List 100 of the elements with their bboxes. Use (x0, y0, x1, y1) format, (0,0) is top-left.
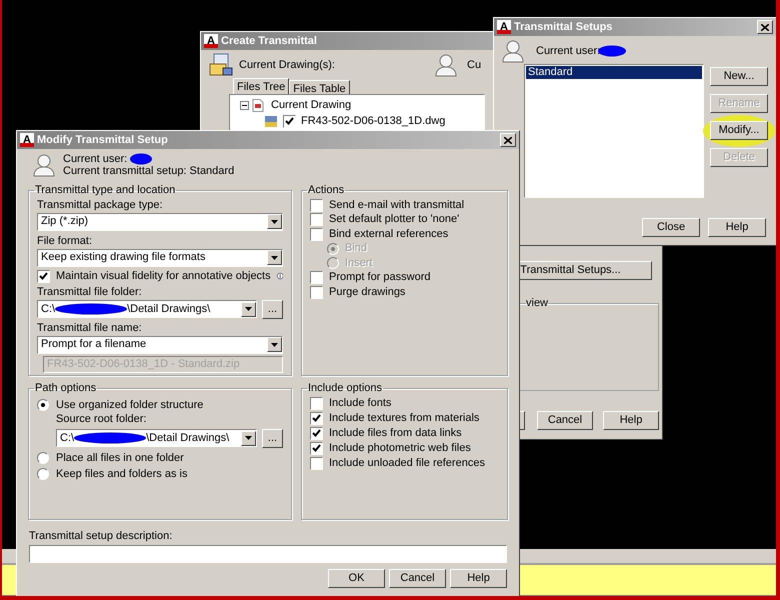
radio-button[interactable] (37, 399, 49, 411)
checkbox[interactable] (310, 442, 323, 454)
field-label: Transmittal file name: (37, 322, 143, 334)
field-label: Transmittal file folder: (37, 286, 143, 298)
dialog-button[interactable]: OK (328, 569, 385, 588)
dropdown-arrow-button[interactable] (241, 302, 256, 316)
app-logo: A (204, 34, 218, 48)
checkbox[interactable] (310, 456, 323, 470)
info-icon (276, 270, 283, 282)
checkbox[interactable] (310, 286, 323, 299)
folder-path-start: C:\ (41, 302, 56, 317)
checkbox[interactable] (310, 396, 323, 410)
field-label: Maintain visual fidelity for annotative objects (56, 270, 271, 282)
group-title: Transmittal type and location (34, 183, 176, 198)
group-title: view (526, 296, 548, 311)
field-label: Keep files and folders as is (56, 468, 188, 480)
caret-icon (245, 436, 252, 440)
app-logo: A (20, 133, 34, 147)
tab[interactable]: Files Table (289, 80, 350, 94)
checkbox[interactable] (37, 270, 50, 282)
dropdown[interactable]: C:\ \Detail Drawings\ (56, 429, 257, 447)
radio-button[interactable] (37, 452, 49, 464)
group-title: Include options (307, 381, 383, 396)
group-title: Path options (34, 381, 98, 396)
tree-item[interactable]: Current Drawing (271, 96, 352, 114)
close-icon (504, 136, 512, 144)
field-label: Use organized folder structure (56, 398, 204, 412)
close-button[interactable] (500, 133, 516, 147)
list-item[interactable]: Standard (526, 66, 702, 79)
dropdown-arrow-button[interactable] (267, 214, 282, 229)
folder-path-start: C:\ (60, 430, 74, 446)
user-icon (33, 153, 55, 177)
dialog-button[interactable]: Close (642, 218, 700, 237)
current-user-label: Current user: (63, 153, 128, 165)
current-user-label: Cu (467, 58, 482, 73)
window-title: Create Transmittal (221, 34, 318, 49)
radio-button[interactable] (37, 468, 49, 480)
dropdown-arrow-button[interactable] (241, 430, 256, 446)
field-label: Include textures from materials (329, 412, 480, 424)
caret-icon (271, 256, 278, 260)
dialog-button[interactable]: Help (603, 411, 659, 430)
window-title: Transmittal Setups (514, 20, 614, 35)
drawing-file-icon (264, 114, 278, 128)
dialog-button[interactable]: Help (450, 569, 507, 588)
field-label: Prompt for password (329, 271, 430, 284)
dialog-button[interactable]: Help (708, 218, 766, 237)
user-icon (435, 53, 457, 77)
redaction-mark (130, 153, 152, 165)
dropdown[interactable]: C:\ \Detail Drawings\ (37, 300, 257, 318)
folder-path-end: \Detail Drawings\ (127, 302, 210, 317)
caret-icon (271, 342, 278, 346)
description-field[interactable] (29, 545, 507, 563)
checkbox[interactable] (310, 412, 323, 424)
checkbox[interactable] (310, 426, 323, 440)
close-icon (761, 24, 769, 30)
field-label: Transmittal setup description: (29, 530, 174, 543)
current-user-label: Current user: (536, 44, 600, 59)
redaction-mark (598, 45, 626, 57)
field-label: Purge drawings (329, 286, 406, 299)
dropdown-arrow-button[interactable] (267, 250, 282, 265)
dialog-button[interactable]: Cancel (389, 569, 446, 588)
current-setup-label: Current transmittal setup: Standard (63, 165, 234, 177)
caret-icon (245, 307, 252, 311)
caret-icon (271, 220, 278, 224)
checkbox[interactable] (310, 213, 323, 226)
checkbox[interactable] (310, 271, 323, 284)
close-button[interactable] (757, 20, 773, 34)
dropdown[interactable]: Keep existing drawing file formats (37, 248, 283, 266)
document-set-icon (209, 53, 233, 77)
field-label: Place all files in one folder (56, 452, 184, 464)
dialog-button[interactable]: ... (262, 428, 283, 448)
check-icon (39, 272, 48, 280)
current-drawings-label: Current Drawing(s): (239, 58, 336, 73)
tab[interactable]: Files Tree (233, 78, 290, 94)
user-icon (502, 39, 524, 63)
field-label: Include unloaded file references (329, 456, 485, 470)
file-icon (252, 98, 264, 112)
checkbox[interactable] (310, 198, 323, 212)
dialog-button[interactable]: ... (262, 300, 283, 318)
dialog-button[interactable]: New... (710, 67, 768, 86)
field-label: File format: (37, 234, 94, 248)
dropdown[interactable]: Zip (*.zip) (37, 212, 283, 230)
dropdown-arrow-button[interactable] (267, 337, 282, 352)
tree-item[interactable]: FR43-502-D06-0138_1D.dwg (301, 112, 446, 130)
dropdown[interactable]: Prompt for a filename (37, 336, 283, 354)
dialog-button[interactable]: Cancel (537, 411, 593, 430)
field-label: Bind external references (329, 228, 448, 241)
dialog-button[interactable]: Modify... (710, 121, 768, 140)
field-label: Set default plotter to 'none' (329, 213, 460, 226)
group-title: Actions (307, 183, 346, 198)
check-icon (285, 117, 294, 125)
field-label: Include files from data links (329, 426, 462, 440)
folder-path-end: \Detail Drawings\ (146, 430, 230, 446)
collapse-icon[interactable] (240, 100, 249, 110)
field-label: Include photometric web files (329, 442, 471, 454)
checkbox[interactable] (310, 228, 323, 241)
field-label: Include fonts (329, 396, 392, 410)
app-logo: A (497, 20, 511, 34)
field-label: Send e-mail with transmittal (329, 198, 464, 212)
window-title: Modify Transmittal Setup (37, 132, 169, 148)
